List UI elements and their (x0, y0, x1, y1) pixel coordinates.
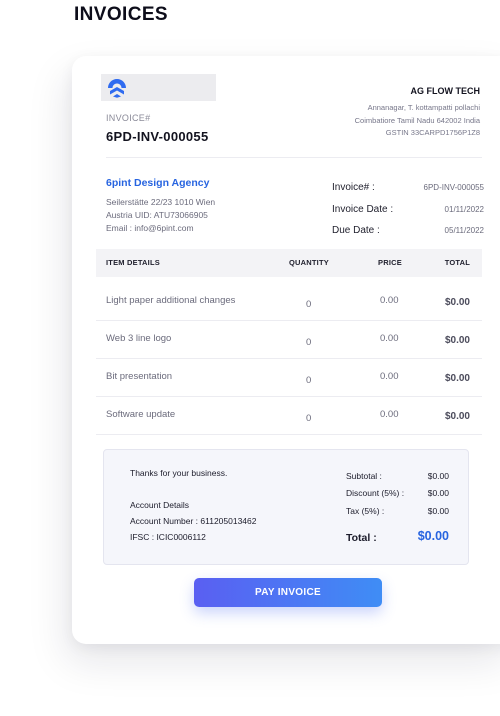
company-address-line: Annanagar, T. kottampatti pollachi (367, 103, 480, 112)
meta-value: 01/11/2022 (444, 204, 484, 214)
item-price: 0.00 (380, 409, 399, 420)
meta-row-invoice: Invoice# : 6PD-INV-000055 (332, 177, 484, 199)
item-quantity: 0 (306, 337, 312, 348)
company-name: AG FLOW TECH (410, 86, 481, 96)
subtotal-value: $0.00 (427, 471, 449, 481)
total-label: Total : (346, 532, 377, 544)
tax-value: $0.00 (427, 506, 449, 516)
table-header: ITEM DETAILS QUANTITY PRICE TOTAL (96, 249, 482, 277)
page-title: INVOICES (74, 4, 168, 25)
meta-key: Invoice Date : (332, 203, 394, 215)
ifsc-code: IFSC : ICIC0006112 (130, 532, 206, 542)
column-header-quantity: QUANTITY (289, 258, 329, 267)
meta-value: 05/11/2022 (444, 226, 484, 236)
client-address-line: Seilerstätte 22/23 1010 Wien (106, 197, 216, 207)
discount-value: $0.00 (427, 488, 449, 498)
meta-row-invoice-date: Invoice Date : 01/11/2022 (332, 199, 484, 221)
thanks-note: Thanks for your business. (130, 468, 228, 478)
tax-label: Tax (5%) : (346, 506, 385, 516)
item-description: Software update (106, 409, 176, 420)
item-total: $0.00 (444, 335, 470, 346)
column-header-item: ITEM DETAILS (106, 258, 160, 267)
account-details-title: Account Details (130, 500, 190, 510)
table-row: Web 3 line logo 0 0.00 $0.00 (96, 320, 482, 358)
row-divider (96, 434, 482, 435)
item-description: Web 3 line logo (106, 333, 172, 344)
item-total: $0.00 (444, 297, 470, 308)
item-total: $0.00 (444, 411, 470, 422)
discount-label: Discount (5%) : (346, 488, 405, 498)
item-quantity: 0 (306, 299, 312, 310)
table-row: Bit presentation 0 0.00 $0.00 (96, 358, 482, 396)
logo-area (101, 74, 216, 101)
item-price: 0.00 (380, 333, 399, 344)
column-header-price: PRICE (378, 258, 402, 267)
client-email: Email : info@6pint.com (106, 223, 194, 233)
company-gstin: GSTIN 33CARPD1756P1Z8 (385, 128, 480, 137)
meta-key: Due Date : (332, 225, 380, 237)
client-block: 6pint Design Agency Seilerstätte 22/23 1… (106, 177, 215, 235)
company-address-line: Coimbatiore Tamil Nadu 642002 India (354, 115, 480, 125)
item-total: $0.00 (444, 373, 470, 384)
item-description: Bit presentation (106, 371, 173, 382)
client-name: 6pint Design Agency (106, 177, 210, 189)
table-row: Software update 0 0.00 $0.00 (96, 396, 482, 434)
meta-row-due-date: Due Date : 05/11/2022 (332, 220, 484, 242)
brand-logo-icon (108, 79, 126, 98)
item-price: 0.00 (380, 371, 399, 382)
item-quantity: 0 (306, 375, 312, 386)
meta-value: 6PD-INV-000055 (423, 183, 484, 193)
item-quantity: 0 (306, 413, 312, 424)
pay-invoice-button[interactable]: PAY INVOICE (194, 578, 382, 607)
item-price: 0.00 (380, 295, 399, 306)
invoice-card: INVOICE# 6PD-INV-000055 AG FLOW TECH Ann… (72, 56, 500, 644)
invoice-meta: Invoice# : 6PD-INV-000055 Invoice Date :… (332, 177, 484, 242)
invoice-number: 6PD-INV-000055 (106, 129, 209, 144)
company-block: AG FLOW TECH Annanagar, T. kottampatti p… (355, 86, 480, 140)
item-description: Light paper additional changes (106, 295, 236, 306)
summary-box: Thanks for your business. Account Detail… (103, 449, 469, 565)
client-uid: Austria UID: ATU73066905 (106, 210, 208, 220)
total-value: $0.00 (417, 529, 449, 543)
account-number: Account Number : 611205013462 (130, 516, 257, 526)
meta-key: Invoice# : (332, 182, 375, 194)
column-header-total: TOTAL (444, 258, 470, 267)
subtotal-label: Subtotal : (346, 471, 382, 481)
invoice-number-label: INVOICE# (106, 113, 151, 123)
header-divider (106, 157, 482, 158)
table-row: Light paper additional changes 0 0.00 $0… (96, 282, 482, 320)
